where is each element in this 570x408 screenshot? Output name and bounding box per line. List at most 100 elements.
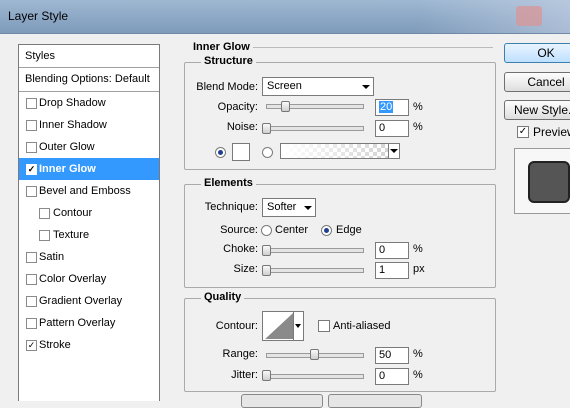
style-item-contour[interactable]: Contour bbox=[19, 202, 159, 224]
styles-header[interactable]: Styles bbox=[19, 45, 159, 68]
cancel-button[interactable]: Cancel bbox=[504, 72, 570, 92]
preview-check-mark: ✓ bbox=[518, 126, 528, 137]
range-input[interactable]: 50 bbox=[375, 347, 409, 364]
chevron-down-icon bbox=[390, 149, 398, 153]
anti-aliased-label[interactable]: Anti-aliased bbox=[333, 320, 390, 332]
chevron-down-icon bbox=[304, 206, 312, 210]
quality-title: Quality bbox=[201, 291, 245, 303]
source-edge-radio[interactable] bbox=[321, 225, 332, 236]
style-item-label: Color Overlay bbox=[39, 273, 107, 285]
size-value: 1 bbox=[379, 264, 386, 276]
glow-color-radio[interactable] bbox=[215, 147, 226, 158]
style-item-inner-glow[interactable]: ✓ Inner Glow bbox=[19, 158, 159, 180]
new-style-button[interactable]: New Style... bbox=[504, 100, 570, 120]
make-default-button[interactable] bbox=[241, 394, 323, 408]
jitter-slider-track[interactable] bbox=[266, 374, 364, 379]
window-title: Layer Style bbox=[8, 9, 69, 23]
style-item-label: Inner Glow bbox=[39, 163, 96, 175]
size-input[interactable]: 1 bbox=[375, 262, 409, 279]
style-item-satin[interactable]: Satin bbox=[19, 246, 159, 268]
style-item-stroke[interactable]: ✓ Stroke bbox=[19, 334, 159, 356]
source-center-radio[interactable] bbox=[261, 225, 272, 236]
jitter-input[interactable]: 0 bbox=[375, 368, 409, 385]
preview-label[interactable]: Preview bbox=[533, 125, 570, 139]
contour-curve-icon bbox=[265, 313, 293, 339]
style-item-label: Inner Shadow bbox=[39, 119, 107, 131]
checkbox[interactable]: ✓ bbox=[26, 340, 37, 351]
style-item-label: Stroke bbox=[39, 339, 71, 351]
checkbox[interactable] bbox=[26, 142, 37, 153]
opacity-slider-thumb[interactable] bbox=[281, 101, 291, 112]
contour-label: Contour: bbox=[215, 320, 258, 332]
title-bar[interactable]: Layer Style bbox=[0, 0, 570, 33]
checkbox[interactable] bbox=[26, 318, 37, 329]
styles-list: Styles Blending Options: Default Drop Sh… bbox=[18, 44, 160, 401]
style-item-bevel-and-emboss[interactable]: Bevel and Emboss bbox=[19, 180, 159, 202]
ok-button[interactable]: OK bbox=[504, 43, 570, 63]
checkbox[interactable] bbox=[26, 274, 37, 285]
source-edge-label[interactable]: Edge bbox=[336, 224, 362, 236]
style-item-outer-glow[interactable]: Outer Glow bbox=[19, 136, 159, 158]
glow-color-swatch[interactable] bbox=[232, 143, 250, 161]
style-item-gradient-overlay[interactable]: Gradient Overlay bbox=[19, 290, 159, 312]
close-button-glow bbox=[516, 6, 542, 26]
noise-slider-thumb[interactable] bbox=[262, 123, 271, 134]
checkbox[interactable] bbox=[39, 208, 50, 219]
style-item-label: Drop Shadow bbox=[39, 97, 106, 109]
technique-select[interactable]: Softer bbox=[262, 198, 316, 217]
gradient-dropdown-arrow[interactable] bbox=[388, 144, 399, 158]
noise-input[interactable]: 0 bbox=[375, 120, 409, 137]
choke-slider-thumb[interactable] bbox=[262, 245, 271, 256]
style-item-drop-shadow[interactable]: Drop Shadow bbox=[19, 92, 159, 114]
checkbox[interactable] bbox=[26, 252, 37, 263]
size-label: Size: bbox=[233, 263, 258, 275]
preview-pane bbox=[514, 148, 570, 214]
style-item-texture[interactable]: Texture bbox=[19, 224, 159, 246]
checkbox[interactable] bbox=[39, 230, 50, 241]
glow-gradient-picker[interactable] bbox=[280, 143, 400, 159]
jitter-value: 0 bbox=[379, 370, 386, 382]
heading-rule bbox=[253, 47, 493, 48]
opacity-unit: % bbox=[413, 101, 423, 113]
range-value: 50 bbox=[379, 349, 392, 361]
style-item-pattern-overlay[interactable]: Pattern Overlay bbox=[19, 312, 159, 334]
blend-mode-select[interactable]: Screen bbox=[262, 77, 374, 96]
glow-gradient-radio[interactable] bbox=[262, 147, 273, 158]
style-item-inner-shadow[interactable]: Inner Shadow bbox=[19, 114, 159, 136]
checkbox[interactable] bbox=[26, 186, 37, 197]
checkbox[interactable] bbox=[26, 120, 37, 131]
choke-value: 0 bbox=[379, 244, 386, 256]
style-item-label: Satin bbox=[39, 251, 65, 263]
style-item-label: Pattern Overlay bbox=[39, 317, 116, 329]
checkbox[interactable]: ✓ bbox=[26, 164, 37, 175]
preview-checkbox[interactable]: ✓ bbox=[517, 126, 529, 138]
checkbox[interactable] bbox=[26, 296, 37, 307]
title-bar-background bbox=[420, 0, 570, 33]
opacity-label: Opacity: bbox=[217, 101, 258, 113]
anti-aliased-checkbox[interactable] bbox=[318, 320, 330, 332]
style-item-label: Contour bbox=[53, 207, 93, 219]
structure-title: Structure bbox=[201, 55, 256, 67]
opacity-value: 20 bbox=[379, 101, 394, 113]
noise-unit: % bbox=[413, 121, 423, 133]
range-slider-thumb[interactable] bbox=[310, 349, 319, 360]
source-center-label[interactable]: Center bbox=[275, 224, 308, 236]
reset-default-button[interactable] bbox=[328, 394, 422, 408]
technique-label: Technique: bbox=[204, 201, 258, 213]
choke-slider-track[interactable] bbox=[266, 248, 364, 253]
size-slider-thumb[interactable] bbox=[262, 265, 272, 276]
size-slider-track[interactable] bbox=[266, 268, 364, 273]
checkbox[interactable] bbox=[26, 98, 37, 109]
blending-options-item[interactable]: Blending Options: Default bbox=[19, 68, 159, 92]
choke-input[interactable]: 0 bbox=[375, 242, 409, 259]
contour-dropdown-arrow[interactable] bbox=[293, 312, 303, 340]
style-item-color-overlay[interactable]: Color Overlay bbox=[19, 268, 159, 290]
opacity-input[interactable]: 20 bbox=[375, 99, 409, 116]
contour-picker[interactable] bbox=[262, 311, 304, 341]
jitter-slider-thumb[interactable] bbox=[262, 370, 271, 381]
preview-swatch bbox=[528, 161, 570, 203]
blend-mode-value: Screen bbox=[267, 80, 302, 92]
inner-glow-heading: Inner Glow bbox=[193, 41, 250, 53]
style-item-label: Bevel and Emboss bbox=[39, 185, 131, 197]
noise-slider-track[interactable] bbox=[266, 126, 364, 131]
